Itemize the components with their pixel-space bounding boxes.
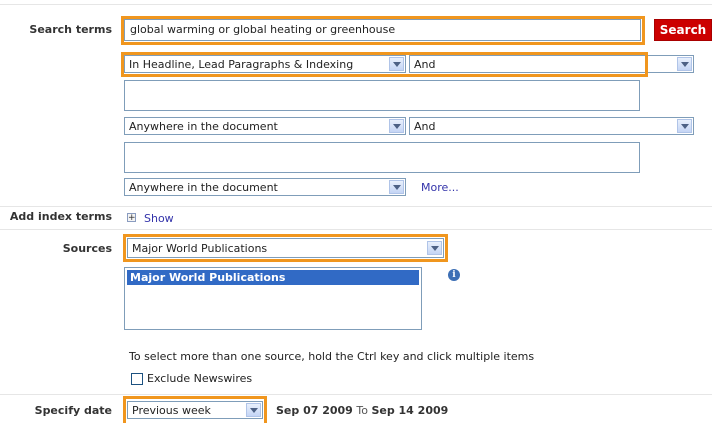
sources-list-item[interactable]: Major World Publications <box>127 270 419 285</box>
date-to: Sep 14 2009 <box>371 404 449 417</box>
highlight-box <box>121 16 645 45</box>
date-from: Sep 07 2009 <box>276 404 353 417</box>
divider <box>0 206 712 207</box>
specify-date-label: Specify date <box>34 404 112 417</box>
field-select-2[interactable]: Anywhere in the document <box>124 117 406 135</box>
expand-icon[interactable]: + <box>127 213 136 223</box>
operator-select-2[interactable]: And <box>409 117 694 135</box>
chevron-down-icon <box>677 57 692 71</box>
search-terms-label: Search terms <box>29 23 112 36</box>
exclude-newswires-checkbox[interactable] <box>131 373 143 385</box>
search-term-input-2[interactable] <box>124 80 640 111</box>
field-select-3[interactable]: Anywhere in the document <box>124 178 406 196</box>
date-to-word: To <box>356 404 368 417</box>
field-select-value: Anywhere in the document <box>129 181 278 194</box>
sources-hint: To select more than one source, hold the… <box>129 350 535 363</box>
search-button[interactable]: Search <box>654 19 712 41</box>
operator-select-value: And <box>414 120 436 133</box>
divider <box>0 229 712 230</box>
divider <box>0 394 712 395</box>
sources-label: Sources <box>62 242 112 255</box>
highlight-box <box>123 396 267 423</box>
more-link[interactable]: More... <box>421 181 459 194</box>
divider <box>0 4 712 5</box>
date-range-text: Sep 07 2009 To Sep 14 2009 <box>276 404 448 417</box>
search-term-input-3[interactable] <box>124 142 640 173</box>
sources-listbox[interactable]: Major World Publications <box>124 267 422 330</box>
field-select-value: Anywhere in the document <box>129 120 278 133</box>
chevron-down-icon <box>389 119 404 133</box>
highlight-box <box>121 52 648 77</box>
show-index-link[interactable]: Show <box>144 212 174 225</box>
chevron-down-icon <box>677 119 692 133</box>
info-icon[interactable]: i <box>448 269 460 281</box>
index-terms-label: Add index terms <box>9 210 112 223</box>
exclude-newswires-label: Exclude Newswires <box>147 372 253 385</box>
chevron-down-icon <box>389 180 404 194</box>
highlight-box <box>123 234 448 262</box>
